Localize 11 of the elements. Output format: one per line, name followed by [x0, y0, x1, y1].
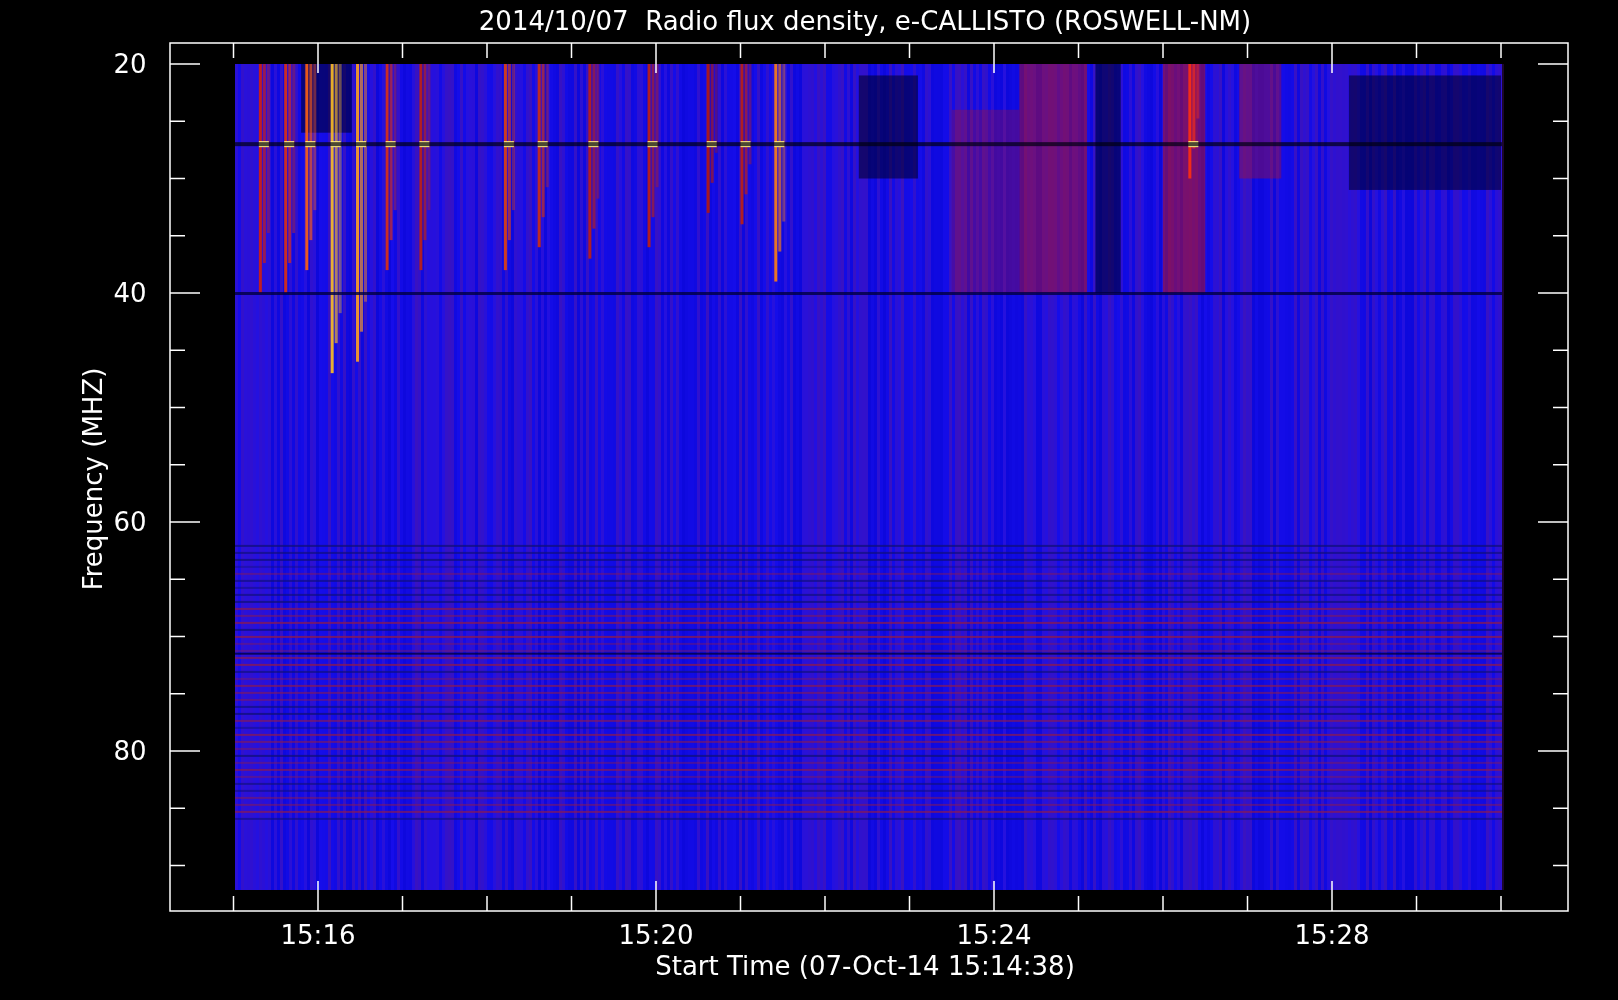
axis-label: Start Time (07-Oct-14 15:14:38) — [655, 951, 1075, 981]
tick-label: 40 — [113, 278, 147, 308]
tick-label: 80 — [113, 736, 147, 766]
chart-title: 2014/10/07 Radio flux density, e-CALLISTO (ROSWELL-NM) — [478, 6, 1252, 36]
axis-label: Frequency (MHZ) — [78, 367, 108, 591]
tick-label: 15:20 — [618, 920, 694, 950]
tick-label: 15:24 — [956, 920, 1032, 950]
tick-label: 15:28 — [1294, 920, 1370, 950]
tick-label: 60 — [113, 507, 147, 537]
tick-label: 15:16 — [280, 920, 356, 950]
tick-label: 20 — [113, 49, 147, 79]
